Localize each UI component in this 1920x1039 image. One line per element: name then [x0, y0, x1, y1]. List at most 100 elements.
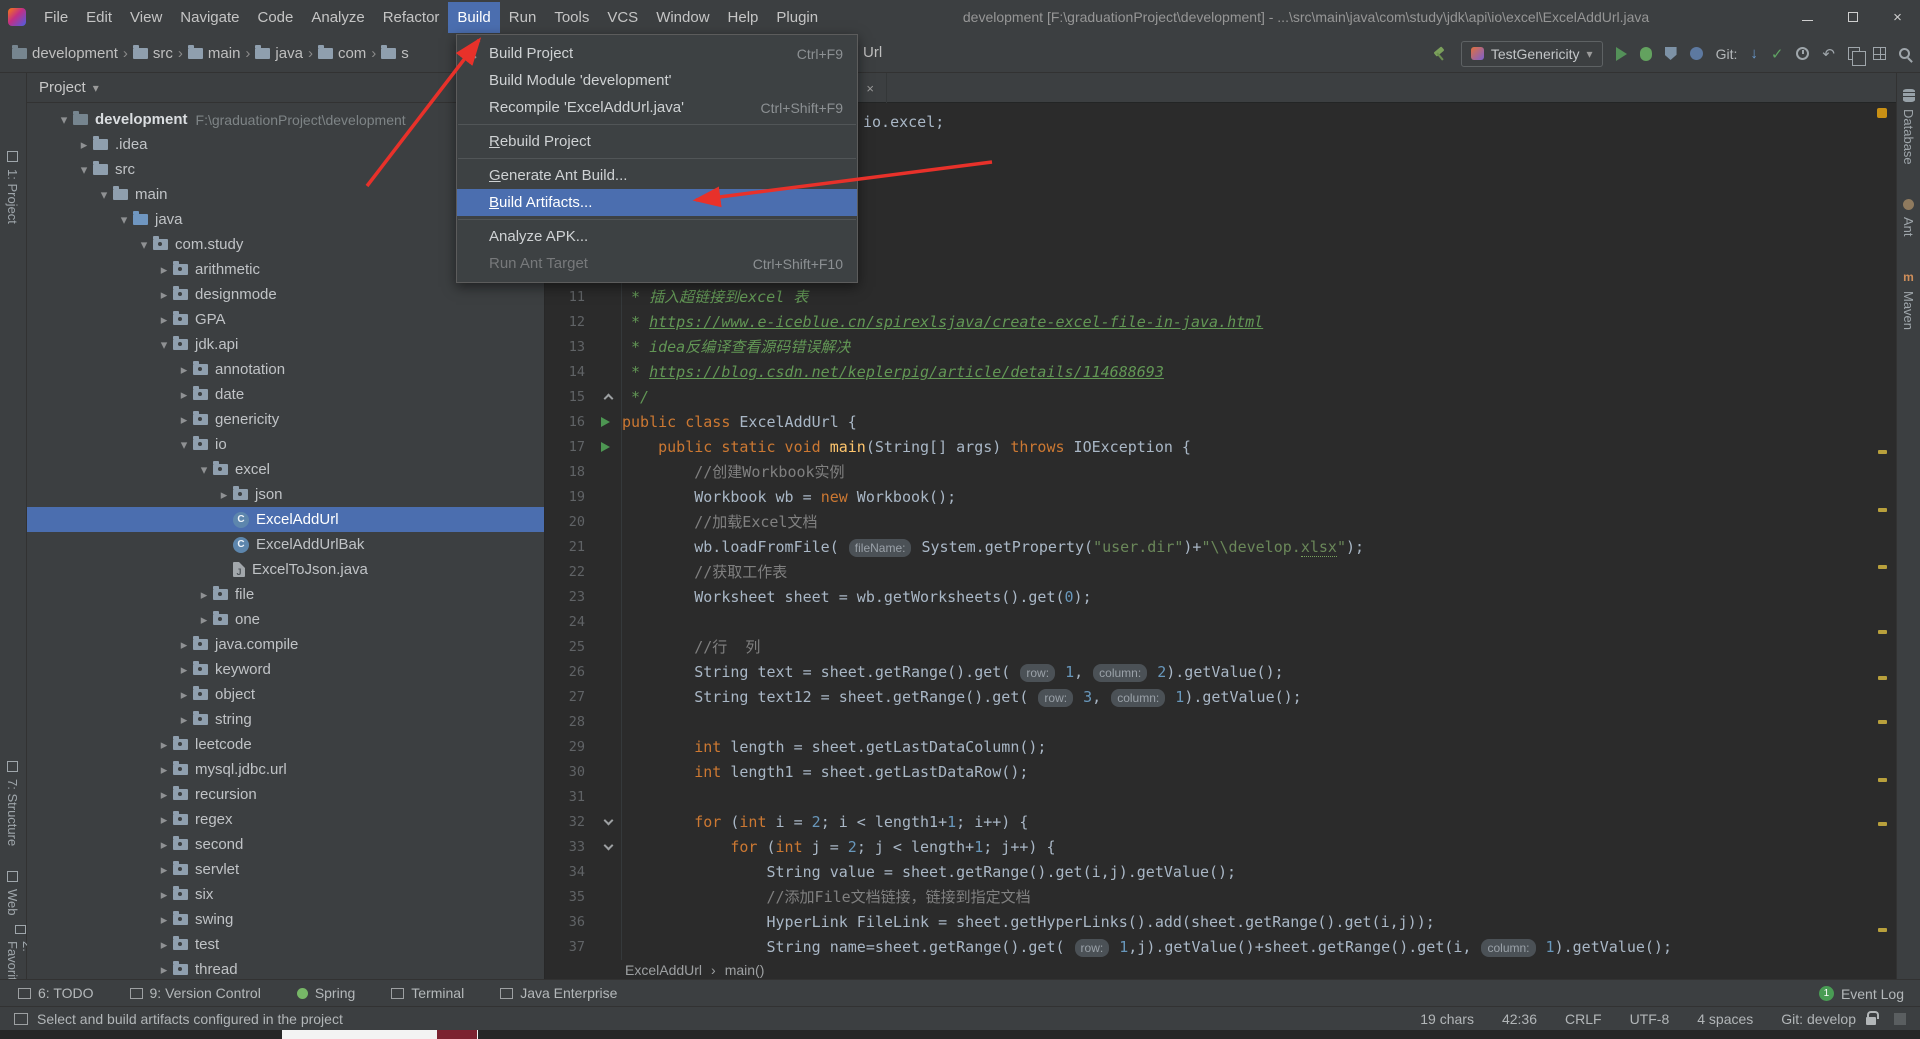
tool-window-button-7-structure[interactable]: 7: Structure	[5, 761, 20, 846]
expand-arrow-icon[interactable]: ▸	[155, 737, 173, 753]
tree-item-object[interactable]: ▸ object	[27, 682, 544, 707]
expand-arrow-icon[interactable]: ▸	[175, 712, 193, 728]
expand-arrow-icon[interactable]: ▸	[155, 962, 173, 978]
expand-arrow-icon[interactable]: ▸	[175, 412, 193, 428]
tree-item-string[interactable]: ▸ string	[27, 707, 544, 732]
rollback-icon[interactable]: ↶	[1822, 45, 1835, 63]
minimize-button[interactable]	[1785, 0, 1830, 34]
expand-arrow-icon[interactable]: ▸	[155, 862, 173, 878]
expand-arrow-icon[interactable]: ▸	[75, 137, 93, 153]
history-icon[interactable]	[1796, 47, 1810, 60]
tool-window-button-spring[interactable]: Spring	[296, 985, 355, 1001]
tree-item-swing[interactable]: ▸ swing	[27, 907, 544, 932]
expand-arrow-icon[interactable]: ▸	[175, 662, 193, 678]
tree-item-file[interactable]: ▸ file	[27, 582, 544, 607]
close-button[interactable]: ×	[1875, 0, 1920, 34]
build-hammer-icon[interactable]	[1432, 46, 1448, 62]
git-update-icon[interactable]: ↓	[1750, 45, 1758, 62]
tree-item-keyword[interactable]: ▸ keyword	[27, 657, 544, 682]
tool-window-button-database[interactable]: Database	[1901, 89, 1916, 165]
menu-window[interactable]: Window	[647, 2, 718, 33]
code-line-19[interactable]: 19 Workbook wb = new Workbook();	[545, 485, 1896, 510]
expand-arrow-icon[interactable]: ▸	[175, 387, 193, 403]
code-line-18[interactable]: 18 //创建Workbook实例	[545, 460, 1896, 485]
expand-arrow-icon[interactable]: ▸	[175, 637, 193, 653]
event-log-button[interactable]: 1 Event Log	[1818, 980, 1904, 1007]
tool-window-toggle-icon[interactable]	[14, 1012, 28, 1025]
tool-window-button-maven[interactable]: m Maven	[1901, 270, 1916, 330]
inspection-indicator[interactable]	[1877, 108, 1887, 118]
status-4-spaces[interactable]: 4 spaces	[1697, 1011, 1753, 1027]
tree-item-mysql-jdbc-url[interactable]: ▸ mysql.jdbc.url	[27, 757, 544, 782]
collapse-arrow-icon[interactable]: ▾	[55, 112, 73, 128]
code-line-35[interactable]: 35 //添加File文档链接，链接到指定文档	[545, 885, 1896, 910]
menu-item-build-module-development[interactable]: Build Module 'development'	[457, 67, 857, 94]
breadcrumb-item-com[interactable]: com	[317, 44, 366, 62]
collapse-arrow-icon[interactable]: ▾	[75, 162, 93, 178]
status-utf-8[interactable]: UTF-8	[1630, 1011, 1670, 1027]
expand-arrow-icon[interactable]: ▸	[155, 787, 173, 803]
menu-help[interactable]: Help	[719, 2, 768, 33]
menu-item-recompile-exceladdurl-java[interactable]: Recompile 'ExcelAddUrl.java' Ctrl+Shift+F…	[457, 94, 857, 121]
tree-item-regex[interactable]: ▸ regex	[27, 807, 544, 832]
menu-plugin[interactable]: Plugin	[767, 2, 827, 33]
expand-arrow-icon[interactable]: ▸	[155, 262, 173, 278]
tree-item-date[interactable]: ▸ date	[27, 382, 544, 407]
expand-arrow-icon[interactable]: ▸	[155, 812, 173, 828]
expand-arrow-icon[interactable]: ▸	[155, 287, 173, 303]
code-line-13[interactable]: 13 * idea反编译查看源码错误解决	[545, 335, 1896, 360]
code-line-17[interactable]: 17 public static void main(String[] args…	[545, 435, 1896, 460]
tool-window-button-java-enterprise[interactable]: Java Enterprise	[500, 985, 617, 1001]
tool-window-button-terminal[interactable]: Terminal	[391, 985, 464, 1001]
status-42-36[interactable]: 42:36	[1502, 1011, 1537, 1027]
tree-item-exceladdurlbak[interactable]: C ExcelAddUrlBak	[27, 532, 544, 557]
breadcrumb-item-s[interactable]: s	[381, 44, 409, 62]
collapse-arrow-icon[interactable]: ▾	[175, 437, 193, 453]
run-config-select[interactable]: TestGenericity ▾	[1460, 40, 1603, 67]
fold-end-icon[interactable]	[603, 393, 614, 404]
expand-arrow-icon[interactable]: ▸	[195, 612, 213, 628]
status-crlf[interactable]: CRLF	[1565, 1011, 1602, 1027]
search-icon[interactable]	[1899, 48, 1910, 59]
warning-mark[interactable]	[1878, 450, 1887, 454]
tree-item-recursion[interactable]: ▸ recursion	[27, 782, 544, 807]
git-commit-icon[interactable]: ✓	[1771, 45, 1784, 63]
menu-navigate[interactable]: Navigate	[171, 2, 248, 33]
expand-arrow-icon[interactable]: ▸	[195, 587, 213, 603]
menu-analyze[interactable]: Analyze	[302, 2, 373, 33]
warning-mark[interactable]	[1878, 565, 1887, 569]
code-line-21[interactable]: 21 wb.loadFromFile( fileName: System.get…	[545, 535, 1896, 560]
tree-item-leetcode[interactable]: ▸ leetcode	[27, 732, 544, 757]
warning-mark[interactable]	[1878, 822, 1887, 826]
collapse-arrow-icon[interactable]: ▾	[95, 187, 113, 203]
tool-window-button-ant[interactable]: Ant	[1901, 198, 1916, 236]
expand-arrow-icon[interactable]: ▸	[215, 487, 233, 503]
run-gutter-icon[interactable]	[601, 442, 610, 452]
warning-mark[interactable]	[1878, 720, 1887, 724]
code-line-33[interactable]: 33 for (int j = 2; j < length+1; j++) {	[545, 835, 1896, 860]
expand-arrow-icon[interactable]: ▸	[155, 887, 173, 903]
chevron-down-icon[interactable]: ▾	[93, 81, 99, 95]
warning-mark[interactable]	[1878, 928, 1887, 932]
expand-arrow-icon[interactable]: ▸	[155, 837, 173, 853]
tree-item-genericity[interactable]: ▸ genericity	[27, 407, 544, 432]
menu-tools[interactable]: Tools	[545, 2, 598, 33]
diff-icon[interactable]	[1848, 47, 1866, 66]
collapse-arrow-icon[interactable]: ▾	[115, 212, 133, 228]
code-line-23[interactable]: 23 Worksheet sheet = wb.getWorksheets().…	[545, 585, 1896, 610]
warning-mark[interactable]	[1878, 630, 1887, 634]
lock-icon[interactable]	[1866, 1011, 1879, 1025]
tree-item-exceladdurl[interactable]: C ExcelAddUrl	[27, 507, 544, 532]
menu-file[interactable]: File	[35, 2, 77, 33]
collapse-arrow-icon[interactable]: ▾	[195, 462, 213, 478]
tree-item-excel[interactable]: ▾ excel	[27, 457, 544, 482]
menu-edit[interactable]: Edit	[77, 2, 121, 33]
tool-window-button-web[interactable]: Web	[5, 871, 20, 916]
breadcrumb-class[interactable]: ExcelAddUrl	[625, 962, 702, 978]
menu-item-build-artifacts[interactable]: Build Artifacts...	[457, 189, 857, 216]
expand-arrow-icon[interactable]: ▸	[175, 362, 193, 378]
menu-run[interactable]: Run	[500, 2, 546, 33]
code-line-36[interactable]: 36 HyperLink FileLink = sheet.getHyperLi…	[545, 910, 1896, 935]
code-line-29[interactable]: 29 int length = sheet.getLastDataColumn(…	[545, 735, 1896, 760]
menu-item-rebuild-project[interactable]: Rebuild Project	[457, 128, 857, 155]
